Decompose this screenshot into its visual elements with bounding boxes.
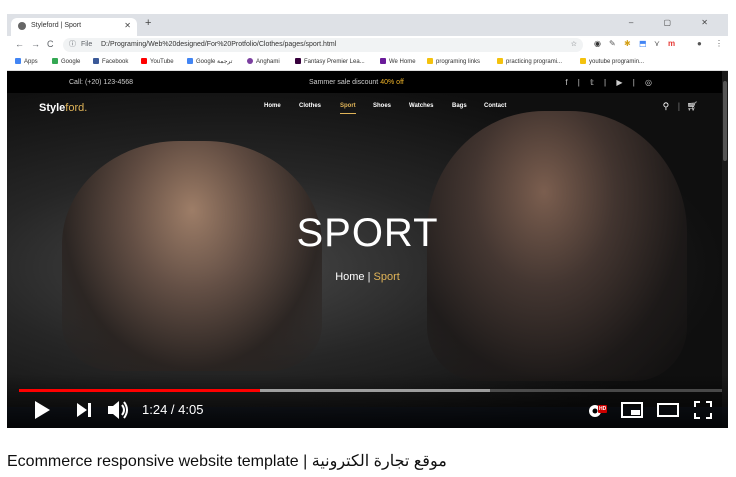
search-icon[interactable]: ⚲ — [663, 101, 670, 111]
site-navbar: Styleford. Home Clothes Sport Shoes Watc… — [7, 93, 728, 123]
puzzle-icon[interactable]: ✱ — [624, 39, 631, 48]
bookmark-practicing[interactable]: practicing programi... — [497, 58, 562, 65]
play-icon[interactable] — [34, 401, 50, 419]
breadcrumb-separator: | — [367, 271, 371, 283]
bookmark-facebook[interactable]: Facebook — [93, 58, 128, 65]
address-bar-row: ← → C ⓘ File D:/Programing/Web%20designe… — [7, 36, 728, 54]
menu-dots-icon[interactable]: ⋮ — [715, 39, 723, 48]
hero-title: SPORT — [296, 211, 439, 255]
menu-home[interactable]: Home — [264, 103, 281, 109]
sale-text: Sammer sale discount 40% off — [309, 79, 404, 86]
time-display: 1:24 / 4:05 — [142, 402, 204, 417]
globe-icon — [18, 22, 26, 30]
youtube-icon — [141, 58, 147, 64]
extension-m-icon[interactable]: m — [668, 39, 675, 48]
folder-icon — [580, 58, 586, 64]
woman-athlete-image — [62, 141, 322, 371]
bookmark-anghami[interactable]: Anghami — [247, 58, 280, 65]
bookmark-wehome[interactable]: We Home — [380, 58, 416, 65]
breadcrumb-home[interactable]: Home — [335, 271, 364, 283]
sale-percent: 40% off — [380, 79, 404, 86]
bookmark-apps[interactable]: Apps — [15, 58, 38, 65]
bookmarks-bar: Apps Google Facebook YouTube Google ترجم… — [7, 54, 728, 71]
call-text: Call: (+20) 123-4568 — [69, 79, 134, 86]
bookmark-google[interactable]: Google — [52, 58, 80, 65]
address-url: D:/Programing/Web%20designed/For%20Protf… — [101, 41, 337, 48]
bookmark-youtube[interactable]: YouTube — [141, 58, 174, 65]
video-title: Ecommerce responsive website template | … — [7, 453, 447, 470]
social-icons[interactable]: f | 𝕥 | ▶ | ◎ — [565, 78, 656, 87]
bookmark-star-icon[interactable]: ☆ — [571, 38, 577, 52]
bookmark-translate[interactable]: Google ترجمة — [187, 58, 232, 65]
browser-tab-bar: Styleford | Sport ✕ + – ▢ ✕ — [7, 14, 728, 36]
played-bar — [19, 389, 261, 392]
forward-arrow-icon[interactable]: → — [31, 39, 40, 49]
extension-icon[interactable]: ◉ — [594, 39, 601, 48]
back-arrow-icon[interactable]: ← — [15, 39, 24, 49]
video-player[interactable]: Styleford | Sport ✕ + – ▢ ✕ ← → C ⓘ File… — [7, 14, 728, 428]
volume-icon[interactable] — [108, 400, 130, 420]
anghami-icon — [247, 58, 253, 64]
premier-league-icon — [295, 58, 301, 64]
translate-icon — [187, 58, 193, 64]
menu-clothes[interactable]: Clothes — [299, 103, 321, 109]
wehome-icon — [380, 58, 386, 64]
close-tab-icon[interactable]: ✕ — [124, 21, 131, 30]
progress-bar[interactable] — [19, 389, 722, 392]
next-icon[interactable] — [77, 403, 91, 417]
menu-sport[interactable]: Sport — [340, 103, 356, 114]
scheme-label: File — [81, 41, 93, 48]
breadcrumb-current: Sport — [373, 271, 400, 283]
tab-title: Styleford | Sport — [31, 22, 82, 29]
apps-icon — [15, 58, 21, 64]
translate-icon[interactable]: ⬒ — [639, 39, 647, 48]
browser-tab[interactable]: Styleford | Sport ✕ — [11, 18, 137, 36]
menu-shoes[interactable]: Shoes — [373, 103, 391, 109]
nav-icons: ⚲ | 🛒︎ — [662, 101, 698, 111]
site-logo[interactable]: Styleford. — [39, 102, 87, 114]
info-icon: ⓘ — [69, 41, 76, 48]
folder-icon — [427, 58, 433, 64]
window-controls[interactable]: – ▢ ✕ — [629, 18, 722, 27]
site-top-strip: Call: (+20) 123-4568 Sammer sale discoun… — [7, 71, 728, 93]
cart-icon[interactable]: 🛒︎ — [687, 101, 698, 111]
google-icon — [52, 58, 58, 64]
facebook-icon — [93, 58, 99, 64]
avatar[interactable]: ● — [697, 39, 702, 48]
new-tab-button[interactable]: + — [145, 17, 151, 29]
theater-icon[interactable] — [657, 403, 679, 417]
bookmark-programing-links[interactable]: programing links — [427, 58, 480, 65]
bookmark-youtube-programing[interactable]: youtube programin... — [580, 58, 644, 65]
menu-contact[interactable]: Contact — [484, 103, 506, 109]
hd-badge: HD — [598, 405, 608, 413]
reload-icon[interactable]: C — [47, 39, 54, 49]
eyedropper-icon[interactable]: ✎ — [609, 39, 616, 48]
menu-bags[interactable]: Bags — [452, 103, 467, 109]
scrollbar-thumb[interactable] — [723, 81, 727, 161]
miniplayer-icon[interactable] — [621, 402, 643, 418]
extension-v-icon[interactable]: ⋎ — [654, 39, 660, 48]
breadcrumb: Home | Sport — [7, 271, 728, 283]
address-input[interactable]: ⓘ File D:/Programing/Web%20designed/For%… — [63, 38, 583, 52]
menu-watches[interactable]: Watches — [409, 103, 433, 109]
bookmark-fantasy[interactable]: Fantasy Premier Lea... — [295, 58, 365, 65]
fullscreen-icon[interactable] — [694, 401, 712, 419]
folder-icon — [497, 58, 503, 64]
